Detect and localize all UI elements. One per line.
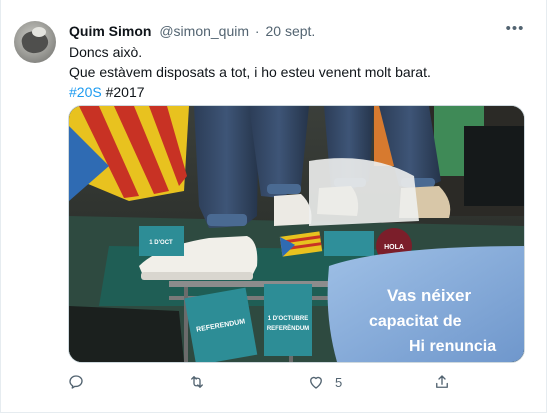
tweet-line-2: Que estàvem disposats a tot, i ho esteu …	[69, 64, 431, 80]
tweet-photo[interactable]: REFERENDUM 1 D'OCTUBRE REFERÈNDUM 1 D'OC…	[68, 105, 525, 363]
flyer-text-2: REFERÈNDUM	[267, 324, 309, 332]
shirt-text-2: capacitat de	[369, 313, 462, 330]
tweet-header: Quim Simon @simon_quim · 20 sept.	[69, 22, 315, 40]
shirt-text-3: Hi renuncia	[409, 338, 496, 355]
author-handle[interactable]: @simon_quim	[159, 23, 249, 39]
like-count: 5	[335, 374, 343, 390]
share-icon	[436, 375, 448, 388]
author-name[interactable]: Quim Simon	[69, 23, 151, 39]
tweet-date[interactable]: 20 sept.	[265, 23, 315, 39]
badge-text: HOLA	[384, 244, 404, 251]
flyer-text-1: 1 D'OCTUBRE	[268, 316, 308, 322]
share-button[interactable]	[433, 372, 451, 392]
tweet-actions: 5	[63, 372, 483, 392]
shirt-text-1: Vas néixer	[387, 286, 472, 305]
meta-separator: ·	[254, 23, 260, 39]
avatar-highlight	[32, 27, 46, 37]
more-options-button[interactable]: •••	[505, 20, 525, 38]
flyer-text-4: 1 D'OCT	[149, 240, 173, 246]
tweet-text: Doncs això. Que estàvem disposats a tot,…	[69, 42, 431, 102]
retweet-icon	[191, 376, 203, 388]
more-horizontal-icon: •••	[505, 20, 525, 37]
hashtag-text: #2017	[105, 84, 145, 100]
hashtag-link[interactable]: #20S	[69, 84, 102, 100]
retweet-button[interactable]	[188, 372, 206, 392]
reply-icon	[69, 375, 83, 389]
tweet-line-1: Doncs això.	[69, 44, 143, 60]
photo-illustration: REFERENDUM 1 D'OCTUBRE REFERÈNDUM 1 D'OC…	[69, 106, 524, 362]
tweet-card[interactable]: Quim Simon @simon_quim · 20 sept. ••• Do…	[0, 0, 547, 413]
reply-button[interactable]	[67, 372, 85, 392]
avatar[interactable]	[14, 21, 56, 63]
like-button[interactable]: 5	[307, 372, 342, 392]
tweet-line-3: #20S #2017	[69, 82, 431, 102]
heart-icon	[310, 376, 322, 389]
